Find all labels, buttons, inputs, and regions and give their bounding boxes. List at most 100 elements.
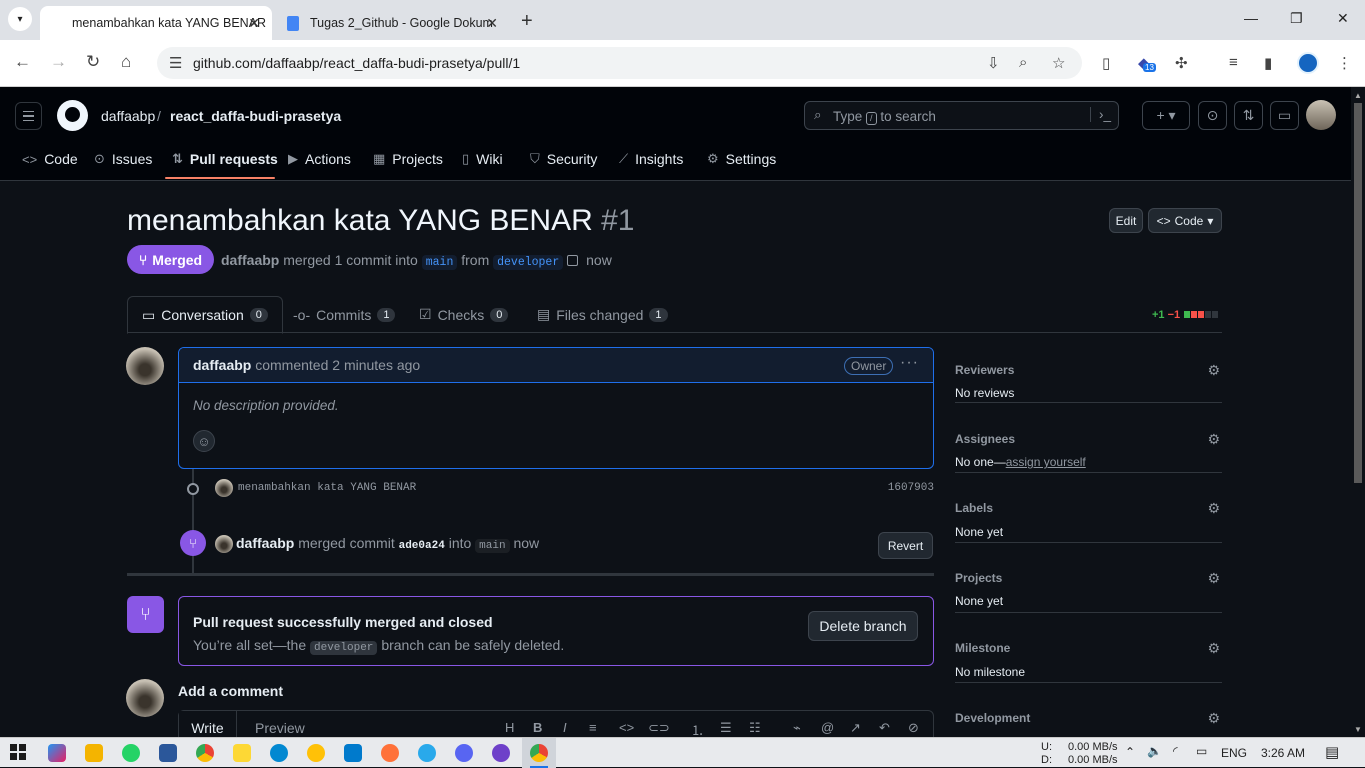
clock[interactable]: 3:26 AM (1261, 746, 1305, 760)
app-icon[interactable] (307, 744, 325, 762)
tray-chevron-up-icon[interactable]: ⌃ (1125, 745, 1135, 759)
delete-branch-button[interactable]: Delete branch (808, 611, 918, 641)
inbox-icon[interactable]: ▭ (1270, 101, 1299, 130)
repo-nav-wiki[interactable]: ▯ Wiki (462, 151, 503, 167)
repo-nav-security[interactable]: ⛉ Security (530, 151, 597, 167)
repo-nav-code[interactable]: <> Code (22, 151, 78, 167)
mention-icon[interactable]: @ (821, 720, 834, 735)
volume-icon[interactable]: 🔈 (1147, 744, 1162, 758)
scroll-down-icon[interactable]: ▼ (1354, 725, 1362, 734)
kebab-menu-icon[interactable]: ··· (900, 354, 919, 372)
sidebar-heading[interactable]: Reviewers (955, 363, 1014, 377)
close-tab-icon[interactable]: ✕ (486, 15, 498, 32)
user-avatar[interactable] (1306, 100, 1336, 130)
github-desktop-icon[interactable] (492, 744, 510, 762)
repo-nav-issues[interactable]: ⊙ Issues (94, 151, 152, 167)
gear-icon[interactable]: ⚙ (1207, 431, 1220, 448)
reference-icon[interactable]: ↗ (850, 720, 861, 736)
reload-icon[interactable]: ↻ (86, 52, 100, 72)
file-explorer-icon[interactable] (85, 744, 103, 762)
sidebar-heading[interactable]: Development (955, 711, 1030, 725)
address-bar[interactable]: ☰ github.com/daffaabp/react_daffa-budi-p… (157, 47, 1082, 79)
repo-nav-projects[interactable]: ▦ Projects (373, 151, 443, 167)
pull-requests-icon[interactable]: ⇅ (1234, 101, 1263, 130)
tab-checks[interactable]: ☑ Checks 0 (419, 296, 509, 333)
gear-icon[interactable]: ⚙ (1207, 570, 1220, 587)
language-indicator[interactable]: ENG (1221, 746, 1247, 760)
close-tab-icon[interactable]: ✕ (248, 15, 260, 32)
copilot-icon[interactable] (48, 744, 66, 762)
tab-files-changed[interactable]: ▤ Files changed 1 (537, 296, 668, 333)
gear-icon[interactable]: ⚙ (1207, 640, 1220, 657)
site-info-icon[interactable]: ☰ (169, 54, 182, 72)
emoji-reaction-icon[interactable]: ☺ (193, 430, 215, 452)
telegram-icon[interactable] (418, 744, 436, 762)
close-window-icon[interactable]: ✕ (1337, 10, 1349, 27)
tab-search-chevron-icon[interactable]: ▾ (8, 7, 32, 31)
vscode-icon[interactable] (344, 744, 362, 762)
notifications-icon[interactable]: ▤ (1325, 743, 1339, 761)
task-list-icon[interactable]: ☷ (749, 720, 761, 736)
browser-tab-google-docs[interactable]: Tugas 2_Github - Google Dokum ✕ (276, 6, 510, 40)
unordered-list-icon[interactable]: ☰ (720, 720, 732, 736)
sidebar-heading[interactable]: Milestone (955, 641, 1010, 655)
attach-icon[interactable]: ⌁ (793, 720, 801, 736)
quote-icon[interactable]: ≡ (589, 720, 597, 735)
sidebar-heading[interactable]: Projects (955, 571, 1002, 585)
page-scrollbar[interactable]: ▲ ▼ (1351, 87, 1365, 737)
italic-icon[interactable]: I (563, 720, 567, 735)
repo-nav-actions[interactable]: ▶ Actions (288, 151, 351, 167)
search-input[interactable]: ⌕ Type / to search ›_ (804, 101, 1119, 130)
create-new-plus-icon[interactable]: + ▾ (1142, 101, 1190, 130)
slash-command-icon[interactable]: ⊘ (908, 720, 919, 736)
head-branch[interactable]: developer (493, 255, 564, 270)
avatar[interactable] (126, 347, 164, 385)
reply-icon[interactable]: ↶ (879, 720, 890, 736)
copy-icon[interactable] (567, 255, 579, 266)
chrome-icon[interactable] (196, 744, 214, 762)
commit-sha[interactable]: 1607903 (888, 482, 934, 494)
bold-icon[interactable]: B (533, 720, 542, 735)
assign-yourself-link[interactable]: assign yourself (1006, 455, 1086, 469)
home-icon[interactable]: ⌂ (121, 52, 131, 72)
media-control-icon[interactable]: ≡ (1229, 54, 1238, 71)
chrome-active-icon[interactable] (530, 744, 548, 762)
base-branch[interactable]: main (421, 255, 458, 270)
side-panel-icon[interactable]: ▮ (1264, 54, 1272, 72)
scroll-up-icon[interactable]: ▲ (1354, 91, 1362, 100)
repo-nav-pull-requests[interactable]: ⇅ Pull requests (172, 151, 278, 167)
breadcrumb-owner[interactable]: daffaabp (101, 108, 155, 124)
sidebar-heading[interactable]: Assignees (955, 432, 1015, 446)
comment-timestamp[interactable]: commented 2 minutes ago (255, 357, 420, 373)
forward-arrow-icon[interactable]: → (50, 52, 67, 72)
commit-message[interactable]: menambahkan kata YANG BENAR (238, 482, 416, 494)
command-palette-icon[interactable]: ›_ (1090, 107, 1111, 122)
chrome-profile-avatar[interactable] (1297, 52, 1319, 74)
gear-icon[interactable]: ⚙ (1207, 710, 1220, 727)
tab-commits[interactable]: -o- Commits 1 (293, 296, 396, 333)
edge-icon[interactable] (270, 744, 288, 762)
back-arrow-icon[interactable]: ← (14, 52, 31, 72)
tab-preview[interactable]: Preview (255, 711, 305, 737)
restore-icon[interactable]: ❐ (1290, 10, 1303, 27)
zoom-icon[interactable]: ⌕ (1019, 54, 1027, 71)
breadcrumb-repo[interactable]: react_daffa-budi-prasetya (170, 108, 341, 124)
avatar[interactable] (215, 479, 233, 497)
whatsapp-icon[interactable] (122, 744, 140, 762)
bookmark-star-icon[interactable]: ☆ (1052, 54, 1065, 72)
install-app-icon[interactable]: ⇩ (987, 54, 1000, 72)
repo-nav-settings[interactable]: ⚙ Settings (707, 151, 776, 167)
battery-icon[interactable]: ▭ (1196, 744, 1207, 758)
menu-hamburger-icon[interactable] (15, 102, 42, 130)
firefox-icon[interactable] (381, 744, 399, 762)
url-text[interactable]: github.com/daffaabp/react_daffa-budi-pra… (193, 55, 520, 71)
scrollbar-thumb[interactable] (1354, 103, 1362, 483)
link-icon[interactable]: ⊂⊃ (648, 720, 670, 736)
gear-icon[interactable]: ⚙ (1207, 500, 1220, 517)
comment-author[interactable]: daffaabp (193, 357, 251, 373)
tab-conversation[interactable]: ▭ Conversation 0 (127, 296, 283, 334)
revert-button[interactable]: Revert (878, 532, 933, 559)
edit-button[interactable]: Edit (1109, 208, 1143, 233)
author-link[interactable]: daffaabp (221, 252, 279, 268)
gear-icon[interactable]: ⚙ (1207, 362, 1220, 379)
